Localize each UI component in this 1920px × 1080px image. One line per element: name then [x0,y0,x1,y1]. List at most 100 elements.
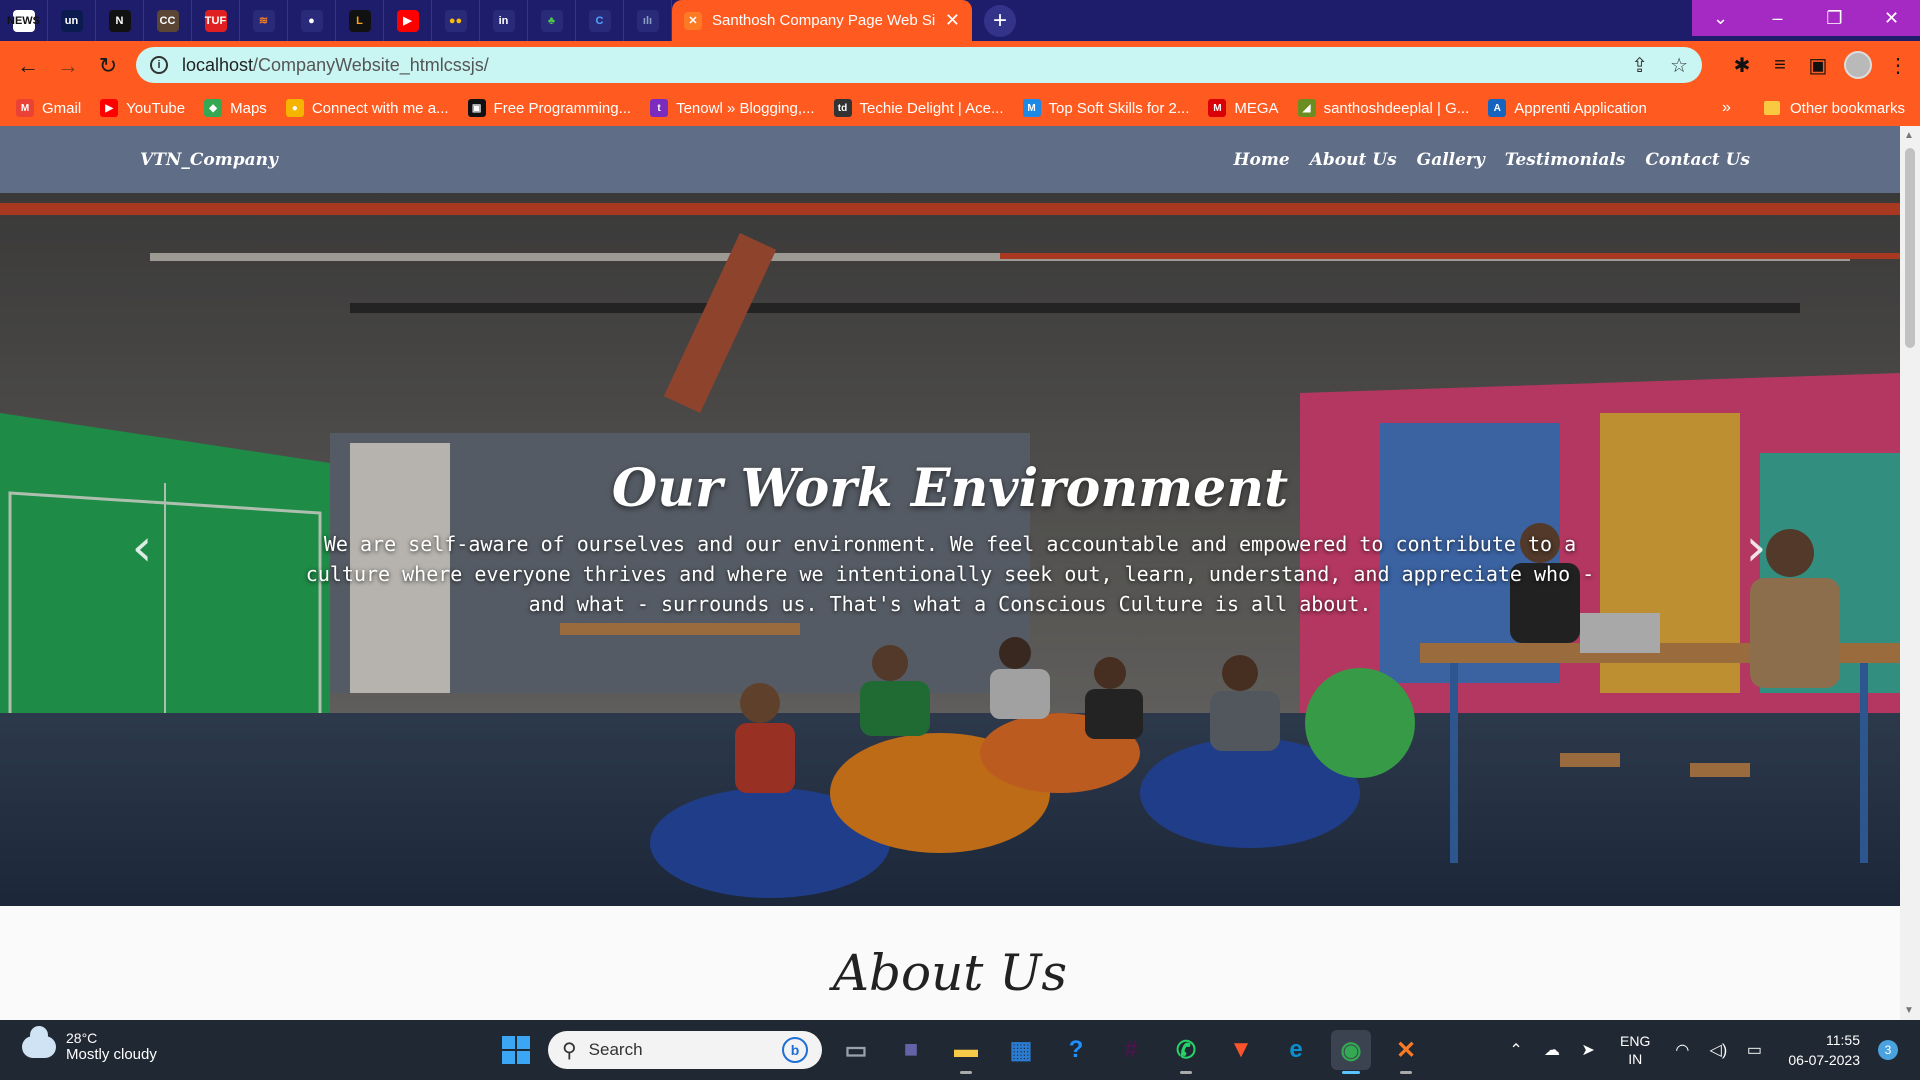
site-info-icon[interactable]: i [150,56,168,74]
nav-link-testimonials[interactable]: Testimonials [1505,150,1626,170]
bookmark-item[interactable]: A Apprenti Application [1488,99,1647,117]
pinned-tab[interactable]: ♣ [528,0,576,41]
media-queue-icon[interactable]: ≡ [1768,54,1792,77]
language-indicator[interactable]: ENG IN [1620,1032,1650,1068]
bookmark-item[interactable]: td Techie Delight | Ace... [833,99,1004,117]
menu-kebab-icon[interactable]: ⋮ [1886,53,1910,78]
maps-icon: ◆ [204,99,223,117]
bookmark-label: Free Programming... [493,99,632,117]
slack-icon[interactable]: # [1111,1030,1151,1070]
nav-link-gallery[interactable]: Gallery [1417,150,1485,170]
address-bar[interactable]: i localhost/CompanyWebsite_htmlcssjs/ ⇪ … [136,47,1702,83]
tab-search-icon[interactable]: ⌄ [1692,0,1749,36]
brave-icon[interactable]: ▼ [1221,1030,1261,1070]
xampp-icon: ✕ [684,11,702,30]
pinned-tab[interactable]: in [480,0,528,41]
ms-store-icon[interactable]: ▦ [1001,1030,1041,1070]
bing-icon[interactable]: b [782,1037,808,1063]
more-bookmarks-icon[interactable]: » [1722,99,1731,117]
hero-description: We are self-aware of ourselves and our e… [305,532,1595,616]
bookmark-label: MEGA [1234,99,1279,117]
file-explorer-icon[interactable]: ▬ [946,1030,986,1074]
restore-button[interactable]: ❐ [1806,0,1863,36]
help-icon[interactable]: ? [1056,1030,1096,1070]
bookmark-item[interactable]: ● Connect with me a... [285,99,449,117]
teams-chat-icon[interactable]: ■ [891,1030,931,1070]
pinned-tab[interactable]: ≋ [240,0,288,41]
onedrive-icon[interactable]: ☁ [1534,1040,1570,1060]
pinned-tab[interactable]: un [48,0,96,41]
edge-icon[interactable]: e [1276,1030,1316,1070]
bookmark-label: Techie Delight | Ace... [859,99,1004,117]
share-icon[interactable]: ⇪ [1631,53,1648,78]
forward-button[interactable]: → [48,46,88,86]
extensions-icon[interactable]: ✱ [1730,53,1754,78]
running-indicator [1400,1071,1412,1074]
pinned-tab[interactable]: NEWS [0,0,48,41]
scroll-up-icon[interactable]: ▲ [1904,130,1914,141]
location-icon[interactable]: ➤ [1570,1040,1606,1060]
bookmark-item[interactable]: M MEGA [1208,99,1279,117]
nav-link-home[interactable]: Home [1234,150,1290,170]
site-brand[interactable]: VTN_Company [140,150,278,170]
chevron-up-icon[interactable]: ⌃ [1498,1040,1534,1060]
pinned-tab[interactable]: C [576,0,624,41]
bookmark-item[interactable]: ▶ YouTube [100,99,185,117]
window-controls: ⌄ – ❐ ✕ [1692,0,1920,36]
battery-icon[interactable]: ▭ [1736,1040,1772,1060]
scroll-down-icon[interactable]: ▼ [1904,1005,1914,1016]
nav-link-about-us[interactable]: About Us [1310,150,1397,170]
pinned-tab[interactable]: L [336,0,384,41]
xampp-icon[interactable]: ✕ [1386,1030,1426,1074]
reload-button[interactable]: ↻ [88,46,128,86]
close-window-button[interactable]: ✕ [1863,0,1920,36]
volume-icon[interactable]: ◁) [1700,1040,1736,1060]
scroll-thumb[interactable] [1905,148,1915,348]
notification-badge[interactable]: 3 [1878,1040,1898,1060]
taskbar-apps: ▭ ■ ▬ ▦? # ✆ ▼ e ◉ ✕ [836,1030,1426,1074]
wifi-icon[interactable]: ◠ [1664,1040,1700,1060]
whatsapp-icon[interactable]: ✆ [1166,1030,1206,1074]
page-scrollbar[interactable]: ▲ ▼ [1900,126,1920,1020]
pinned-tab[interactable]: ● [288,0,336,41]
chrome-icon[interactable]: ◉ [1331,1030,1371,1074]
carousel-next-button[interactable]: › [1736,518,1776,578]
profile-avatar[interactable] [1844,51,1872,79]
app-glyph: ▭ [844,1036,868,1064]
bookmark-label: YouTube [126,99,186,117]
other-bookmarks[interactable]: Other bookmarks [1764,100,1905,117]
taskbar-search[interactable]: ⚲ Search b [548,1031,822,1069]
google-icon: ●● [444,9,467,32]
side-panel-icon[interactable]: ▣ [1806,53,1830,78]
bookmark-item[interactable]: ▣ Free Programming... [467,99,632,117]
bookmark-item[interactable]: M Top Soft Skills for 2... [1022,99,1189,117]
back-button[interactable]: ← [8,46,48,86]
minimize-button[interactable]: – [1749,0,1806,36]
carousel-prev-button[interactable]: ‹ [122,518,162,578]
bookmark-item[interactable]: t Tenowl » Blogging,... [650,99,815,117]
weather-widget[interactable]: 28°C Mostly cloudy [22,1025,157,1063]
gitlab-icon: ◢ [1297,99,1316,117]
bookmark-star-icon[interactable]: ☆ [1670,53,1688,78]
folder-icon [1764,101,1780,115]
bookmark-item[interactable]: ◢ santhoshdeeplal | G... [1297,99,1469,117]
pinned-tab[interactable]: CC [144,0,192,41]
task-view-icon[interactable]: ▭ [836,1030,876,1070]
pinned-tab[interactable]: TUF [192,0,240,41]
hero-title: Our Work Environment [611,458,1289,519]
close-tab-icon[interactable]: ✕ [945,10,960,31]
bookmark-item[interactable]: M Gmail [16,99,81,117]
start-button[interactable] [502,1036,530,1064]
bookmark-label: Connect with me a... [311,99,449,117]
pinned-tab[interactable]: ▶ [384,0,432,41]
clock[interactable]: 11:55 06-07-2023 [1788,1030,1860,1070]
pinned-tab[interactable]: ●● [432,0,480,41]
active-tab[interactable]: ✕ Santhosh Company Page Web Si ✕ [672,0,972,41]
pinned-tab[interactable]: N [96,0,144,41]
new-tab-button[interactable]: + [984,5,1016,37]
bookmark-item[interactable]: ◆ Maps [204,99,267,117]
pinned-tab[interactable]: ılı [624,0,672,41]
app-glyph: ✆ [1175,1036,1197,1064]
url-text[interactable]: localhost/CompanyWebsite_htmlcssjs/ [182,55,489,76]
nav-link-contact-us[interactable]: Contact Us [1645,150,1750,170]
